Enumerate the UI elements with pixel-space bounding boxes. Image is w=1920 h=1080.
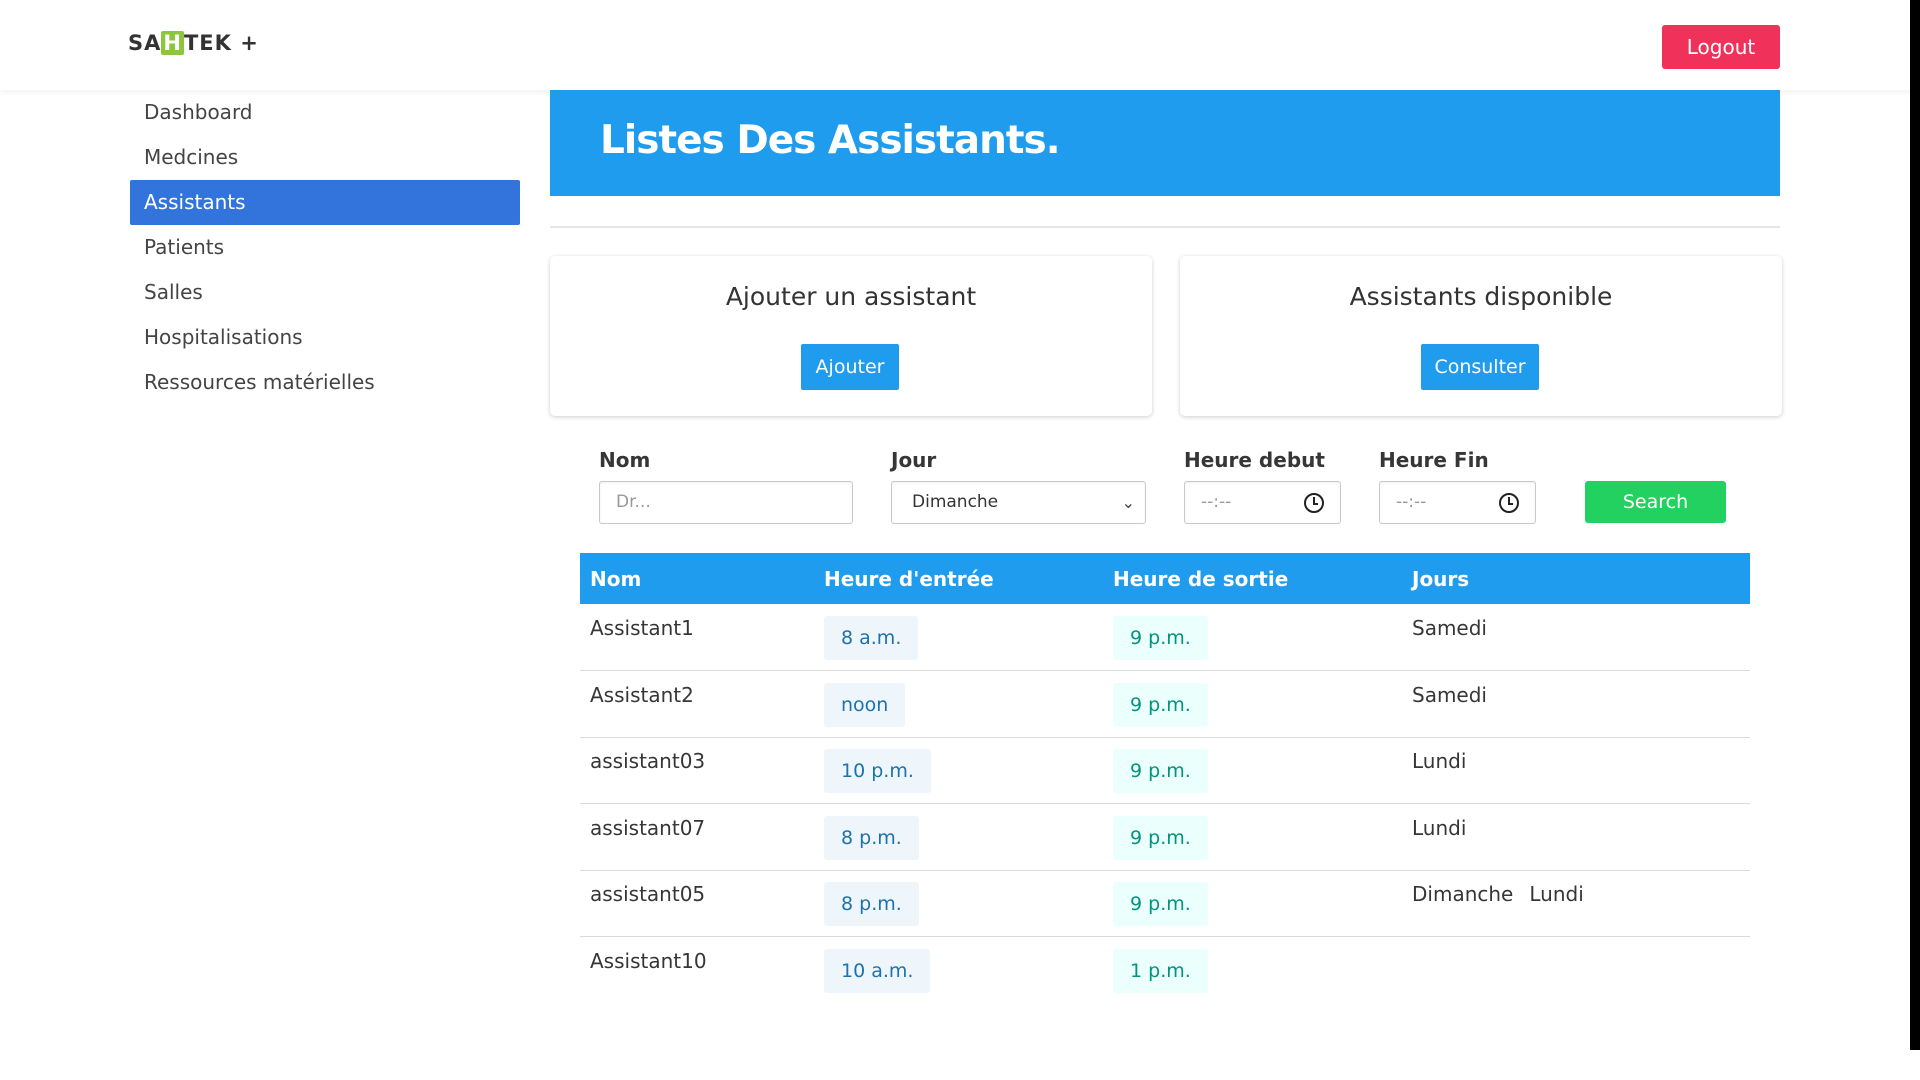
column-header-heure-entree: Heure d'entrée	[824, 567, 994, 591]
nom-search-input[interactable]: Dr...	[599, 481, 853, 524]
jour-selected-value: Dimanche	[912, 492, 999, 512]
clock-icon[interactable]	[1304, 493, 1324, 513]
table-header: Nom Heure d'entrée Heure de sortie Jours	[580, 553, 1750, 604]
sidebar-item-ressources-mat-rielles[interactable]: Ressources matérielles	[130, 360, 520, 405]
heure-sortie-tag: 9 p.m.	[1113, 815, 1208, 860]
heure-entree-tag: 8 a.m.	[824, 616, 919, 660]
heure-fin-input[interactable]: --:--	[1379, 481, 1536, 524]
day-label: Dimanche	[1412, 882, 1514, 906]
cell-nom: assistant07	[590, 815, 706, 840]
filter-nom-label: Nom	[599, 448, 651, 472]
sidebar-item-medcines[interactable]: Medcines	[130, 135, 520, 180]
clock-icon[interactable]	[1499, 493, 1519, 513]
divider	[550, 226, 1780, 228]
heure-debut-input[interactable]: --:--	[1184, 481, 1341, 524]
cell-nom: Assistant10	[590, 948, 707, 973]
nom-placeholder: Dr...	[616, 492, 651, 512]
table-row: Assistant2 noon 9 p.m. Samedi	[580, 671, 1750, 738]
brand-logo[interactable]: SAHTEK +	[128, 31, 259, 55]
search-button[interactable]: Search	[1585, 481, 1726, 523]
heure-sortie-tag: 1 p.m.	[1113, 948, 1208, 993]
filter-jour-label: Jour	[891, 448, 937, 472]
table-row: assistant05 8 p.m. 9 p.m. Dimanche Lundi	[580, 870, 1750, 937]
sidebar-item-assistants[interactable]: Assistants	[130, 180, 520, 225]
heure-sortie-tag: 9 p.m.	[1113, 749, 1208, 793]
cell-nom: assistant05	[590, 882, 706, 906]
filter-heure-debut-label: Heure debut	[1184, 448, 1325, 472]
heure-debut-value: --:--	[1201, 492, 1232, 512]
chevron-down-icon: ⌄	[1121, 493, 1135, 512]
logo-text-start: SA	[128, 31, 162, 55]
add-assistant-title: Ajouter un assistant	[725, 282, 977, 311]
jour-select[interactable]: Dimanche ⌄	[891, 481, 1146, 524]
day-label: Samedi	[1412, 616, 1487, 640]
page-title: Listes Des Assistants.	[600, 118, 1061, 163]
sidebar-item-patients[interactable]: Patients	[130, 225, 520, 270]
heure-fin-value: --:--	[1396, 492, 1427, 512]
table-row: Assistant10 10 a.m. 1 p.m.	[580, 937, 1750, 1004]
add-assistant-card: Ajouter un assistant Ajouter	[550, 256, 1152, 416]
day-label: Lundi	[1412, 815, 1467, 840]
logout-button[interactable]: Logout	[1662, 25, 1780, 69]
day-label: Samedi	[1412, 682, 1487, 707]
heure-entree-tag: 10 p.m.	[824, 749, 931, 793]
day-label: Lundi	[1529, 882, 1584, 906]
page-hero: Listes Des Assistants.	[550, 90, 1780, 196]
sidebar-menu: Dashboard Medcines Assistants Patients Salle…	[130, 90, 520, 405]
add-assistant-button[interactable]: Ajouter	[801, 344, 899, 390]
heure-sortie-tag: 9 p.m.	[1113, 882, 1208, 926]
sidebar-item-hospitalisations[interactable]: Hospitalisations	[130, 315, 520, 360]
cell-jours: Lundi	[1412, 749, 1482, 773]
sidebar-item-salles[interactable]: Salles	[130, 270, 520, 315]
heure-sortie-tag: 9 p.m.	[1113, 616, 1208, 660]
cell-jours: Lundi	[1412, 816, 1482, 840]
day-label: Lundi	[1412, 749, 1467, 773]
heure-sortie-tag: 9 p.m.	[1113, 682, 1208, 727]
column-header-nom: Nom	[590, 567, 642, 591]
sidebar-item-dashboard[interactable]: Dashboard	[130, 90, 520, 135]
heure-entree-tag: noon	[824, 682, 906, 727]
cell-nom: Assistant2	[590, 682, 694, 707]
cell-jours: Dimanche Lundi	[1412, 882, 1600, 906]
consult-button[interactable]: Consulter	[1421, 344, 1539, 390]
available-assistants-title: Assistants disponible	[1349, 282, 1613, 311]
column-header-jours: Jours	[1412, 567, 1470, 591]
cell-jours: Samedi	[1412, 616, 1503, 640]
logo-text-end: TEK +	[183, 31, 259, 55]
available-assistants-card: Assistants disponible Consulter	[1180, 256, 1782, 416]
table-row: assistant07 8 p.m. 9 p.m. Lundi	[580, 804, 1750, 871]
table-row: Assistant1 8 a.m. 9 p.m. Samedi	[580, 604, 1750, 671]
cell-nom: Assistant1	[590, 616, 694, 640]
column-header-heure-sortie: Heure de sortie	[1113, 567, 1289, 591]
window-edge	[1910, 0, 1920, 1050]
cell-nom: assistant03	[590, 749, 706, 773]
table-row: assistant03 10 p.m. 9 p.m. Lundi	[580, 737, 1750, 804]
filter-heure-fin-label: Heure Fin	[1379, 448, 1489, 472]
heure-entree-tag: 10 a.m.	[824, 948, 931, 993]
heure-entree-tag: 8 p.m.	[824, 815, 919, 860]
logo-highlight: H	[161, 31, 184, 55]
cell-jours: Samedi	[1412, 683, 1503, 707]
top-navbar: SAHTEK + Logout	[0, 0, 1918, 90]
heure-entree-tag: 8 p.m.	[824, 882, 919, 926]
